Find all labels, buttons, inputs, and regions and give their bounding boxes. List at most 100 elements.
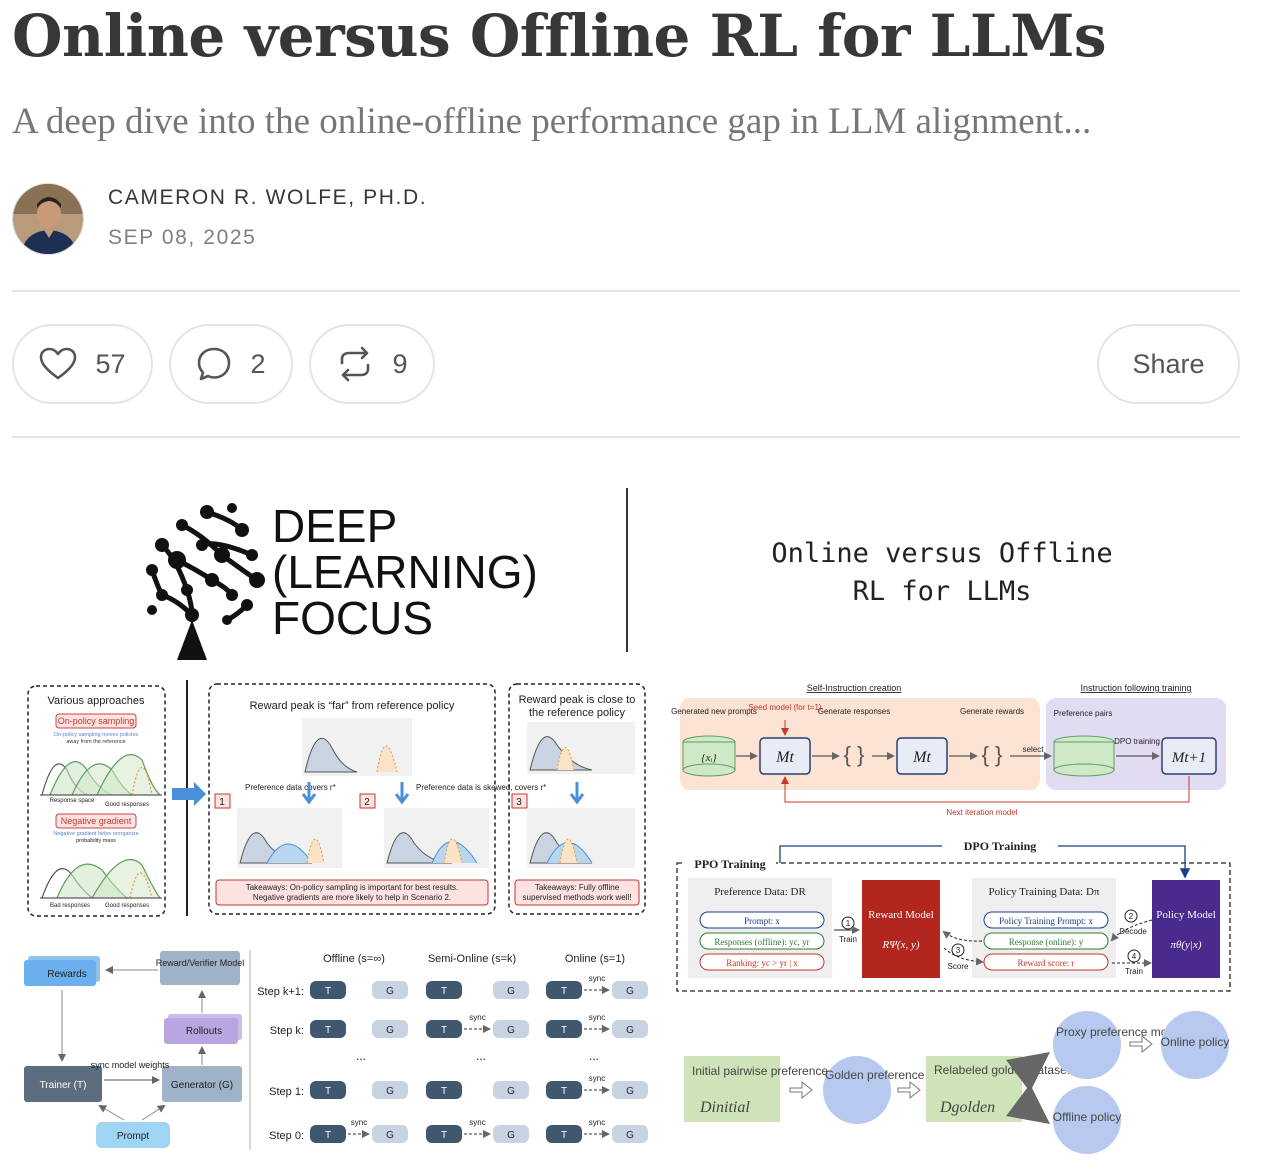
svg-text:Policy Model: Policy Model — [1156, 909, 1216, 921]
svg-text:Decode: Decode — [1119, 927, 1147, 936]
post-subtitle: A deep dive into the online-offline perf… — [12, 101, 1092, 142]
svg-text:Seed model (for t=1): Seed model (for t=1) — [748, 703, 821, 712]
svg-text:1: 1 — [219, 797, 225, 808]
trainer-step-label: T — [441, 986, 447, 997]
svg-text:Generate rewards: Generate rewards — [960, 707, 1024, 716]
svg-text:Prompt: Prompt — [117, 1131, 149, 1142]
avatar-photo — [13, 184, 83, 254]
svg-text:supervised methods work well!: supervised methods work well! — [523, 893, 632, 902]
author-name[interactable]: CAMERON R. WOLFE, PH.D. — [108, 186, 427, 210]
cover-image[interactable]: DEEP (LEARNING) FOCUS Online versus Offl… — [12, 470, 1240, 1160]
share-label: Share — [1132, 348, 1205, 379]
figure-on-policy-sampling: Various approaches On-policy sampling On… — [27, 680, 646, 917]
svg-text:Rollouts: Rollouts — [186, 1026, 222, 1037]
svg-text:Preference data covers r*: Preference data covers r* — [245, 783, 336, 792]
svg-text:DPO Training: DPO Training — [964, 839, 1037, 853]
logo-line: FOCUS — [272, 592, 433, 644]
svg-text:Good responses: Good responses — [105, 802, 149, 808]
trainer-step-label: T — [325, 1025, 331, 1036]
logo-line: DEEP — [272, 500, 397, 552]
comment-button[interactable]: 2 — [169, 324, 293, 404]
generator-step-label: G — [626, 1086, 634, 1097]
trainer-step-label: T — [561, 1130, 567, 1141]
svg-text:the reference policy: the reference policy — [529, 707, 625, 719]
restack-button[interactable]: 9 — [309, 324, 435, 404]
svg-text:Preference Data: DR: Preference Data: DR — [714, 886, 806, 898]
like-button[interactable]: 57 — [12, 324, 153, 404]
logo-wordmark: DEEP (LEARNING) FOCUS — [272, 500, 538, 644]
svg-text:2: 2 — [1129, 912, 1134, 921]
svg-text:Offline policy: Offline policy — [1053, 1110, 1121, 1124]
figure-self-rewarding-loop: Self-Instruction creation Instruction fo… — [671, 683, 1226, 817]
svg-text:{ }: { } — [982, 742, 1003, 767]
svg-text:Reward/Verifier Model: Reward/Verifier Model — [156, 958, 245, 968]
svg-text:Preference data is skewed, cov: Preference data is skewed, covers r* — [416, 783, 546, 792]
svg-text:...: ... — [589, 1049, 599, 1063]
svg-text:Various approaches: Various approaches — [47, 695, 145, 707]
svg-text:Reward score: r: Reward score: r — [1018, 958, 1075, 968]
svg-text:Generate responses: Generate responses — [818, 707, 891, 716]
sync-label: sync — [589, 974, 605, 983]
svg-text:Negative gradient helps reorga: Negative gradient helps reorganize — [53, 831, 138, 837]
comment-icon — [196, 346, 232, 382]
svg-text:Negative gradient: Negative gradient — [61, 816, 132, 826]
svg-text:probability mass: probability mass — [76, 838, 116, 844]
svg-text:Initial pairwise preference: Initial pairwise preference — [692, 1064, 828, 1078]
svg-text:Reward Model: Reward Model — [868, 909, 934, 921]
svg-text:1: 1 — [846, 919, 851, 928]
svg-text:Ranking: yc > yr | x: Ranking: yc > yr | x — [726, 958, 798, 968]
sync-label: sync — [589, 1013, 605, 1022]
trainer-step-label: T — [325, 1086, 331, 1097]
svg-text:Trainer (T): Trainer (T) — [40, 1080, 87, 1091]
svg-text:Dinitial: Dinitial — [699, 1099, 750, 1116]
generator-step-label: G — [507, 1130, 515, 1141]
generator-step-label: G — [507, 986, 515, 997]
trainer-step-label: T — [561, 986, 567, 997]
svg-text:Reward peak is “far” from refe: Reward peak is “far” from reference poli… — [250, 700, 455, 712]
generator-step-label: G — [386, 1025, 394, 1036]
generator-step-label: G — [386, 986, 394, 997]
svg-text:Bad responses: Bad responses — [50, 903, 90, 909]
svg-text:Policy Training Prompt: x: Policy Training Prompt: x — [999, 916, 1093, 926]
trainer-step-label: T — [441, 1025, 447, 1036]
cover-illustration: DEEP (LEARNING) FOCUS Online versus Offl… — [24, 488, 1231, 1154]
svg-text:3: 3 — [516, 797, 522, 808]
svg-text:Mt+1: Mt+1 — [1171, 750, 1206, 766]
svg-text:Self-Instruction creation: Self-Instruction creation — [807, 683, 902, 693]
svg-text:Step 0:: Step 0: — [269, 1130, 304, 1142]
svg-text:PPO Training: PPO Training — [694, 857, 765, 871]
share-button[interactable]: Share — [1097, 324, 1240, 404]
svg-text:Train: Train — [839, 935, 857, 944]
generator-step-label: G — [626, 1025, 634, 1036]
svg-text:Offline (s=∞): Offline (s=∞) — [323, 953, 385, 965]
figure-golden-preference: Initial pairwise preference Dinitial Gol… — [684, 1011, 1229, 1154]
svg-text:Takeaways: Fully offline: Takeaways: Fully offline — [535, 883, 620, 892]
svg-text:Step k:: Step k: — [270, 1025, 304, 1037]
svg-text:...: ... — [356, 1049, 366, 1063]
svg-text:2: 2 — [364, 797, 370, 808]
svg-text:On-policy sampling moves polic: On-policy sampling moves policies — [54, 732, 139, 738]
svg-text:Step 1:: Step 1: — [269, 1086, 304, 1098]
svg-text:Online (s=1): Online (s=1) — [565, 953, 625, 965]
cover-title: Online versus Offline RL for LLMs — [771, 538, 1112, 607]
trainer-step-label: T — [561, 1025, 567, 1036]
svg-text:{ }: { } — [844, 742, 865, 767]
svg-text:Response (online): y: Response (online): y — [1009, 937, 1084, 947]
svg-text:Negative gradients are more li: Negative gradients are more likely to he… — [253, 893, 451, 902]
svg-text:Responses (offline): yc, yr: Responses (offline): yc, yr — [714, 937, 809, 947]
restack-icon — [336, 346, 374, 382]
generator-step-label: G — [386, 1130, 394, 1141]
figure-semi-online-training: Rewards Reward/Verifier Model Rollouts T… — [24, 950, 648, 1150]
svg-text:RΨ(x, y): RΨ(x, y) — [881, 939, 919, 951]
restack-count: 9 — [392, 348, 408, 379]
svg-text:Score: Score — [948, 962, 969, 971]
svg-text:away from the reference: away from the reference — [66, 739, 125, 745]
svg-text:Rewards: Rewards — [47, 969, 86, 980]
svg-text:Relabeled golden dataset: Relabeled golden dataset — [934, 1063, 1071, 1077]
author-avatar[interactable] — [12, 183, 84, 255]
svg-text:4: 4 — [1132, 952, 1137, 961]
figure-ppo-vs-dpo: PPO Training DPO Training Preference Dat… — [676, 839, 1231, 992]
svg-text:Step k+1:: Step k+1: — [257, 986, 304, 998]
svg-text:select: select — [1023, 745, 1045, 754]
sync-label: sync — [351, 1118, 367, 1127]
